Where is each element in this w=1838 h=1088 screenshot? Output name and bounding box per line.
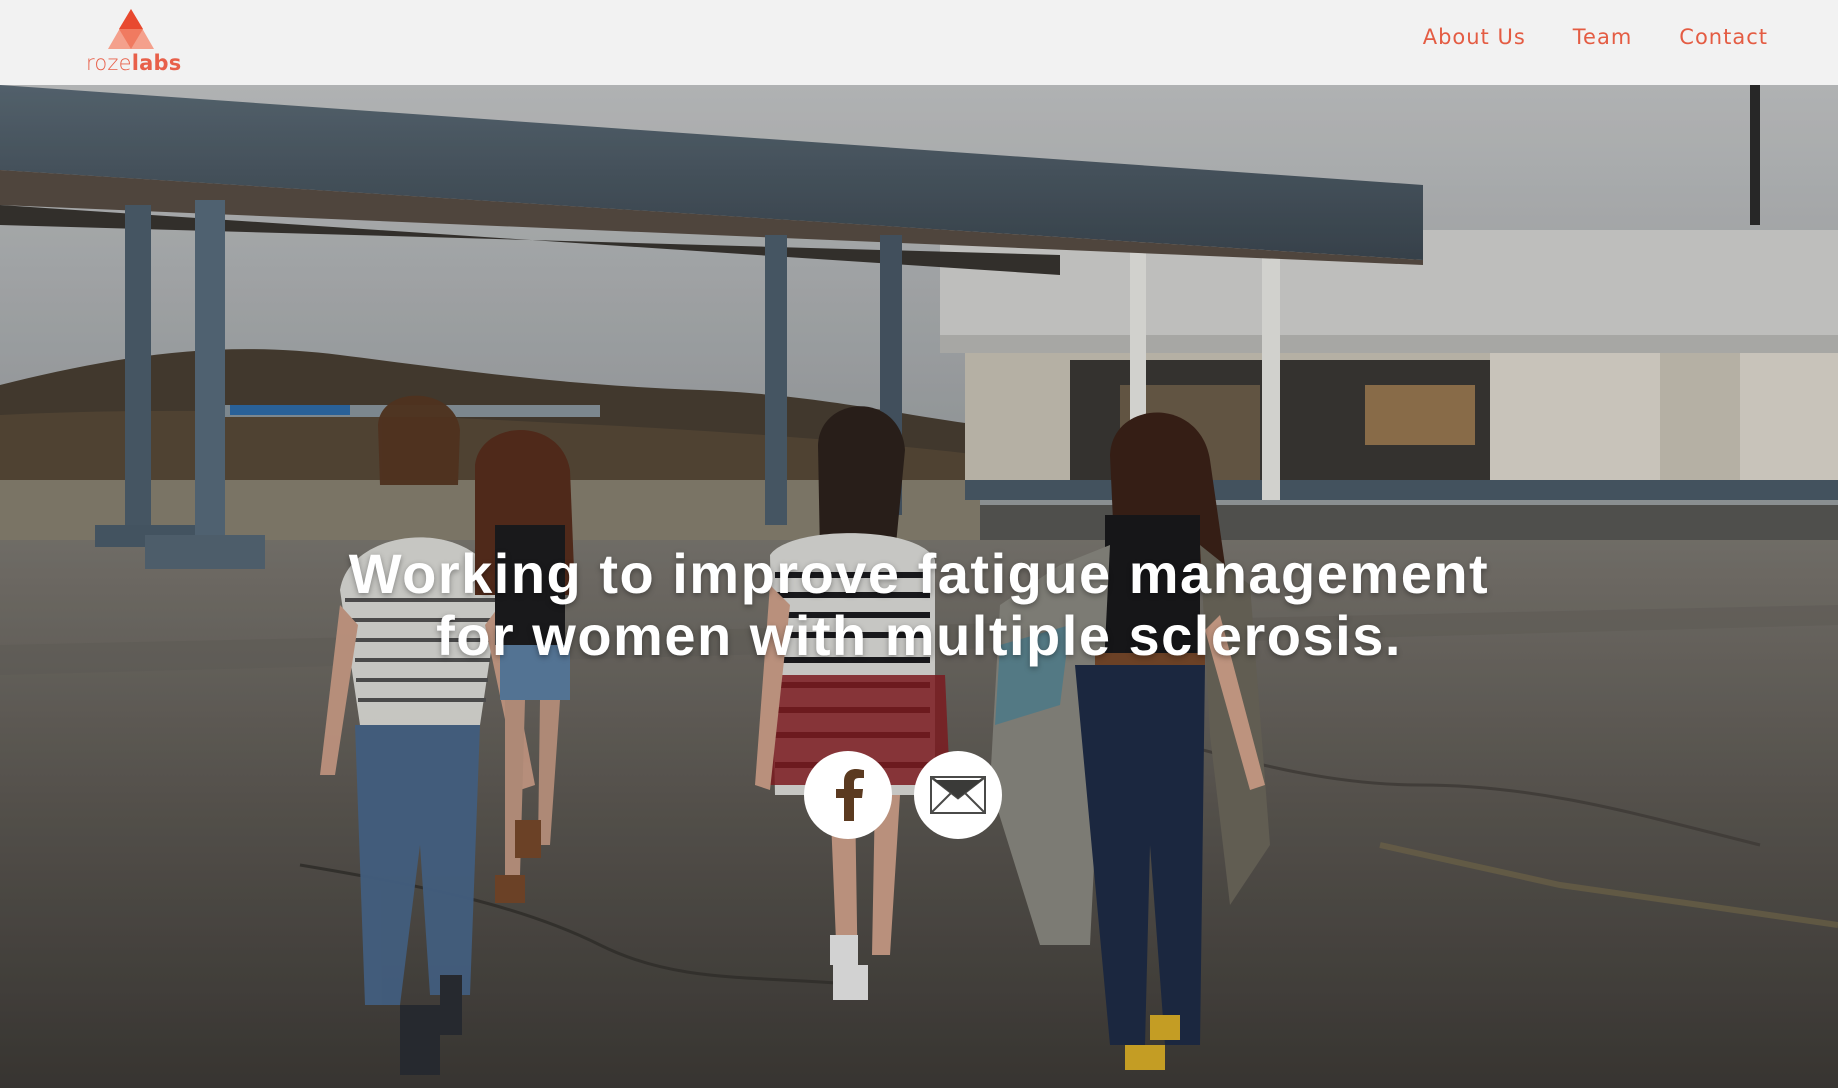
logo-triangle-icon — [108, 9, 154, 49]
logo-wordmark: rozelabs — [86, 51, 181, 75]
facebook-button[interactable] — [804, 751, 892, 839]
main-nav: About Us Team Contact — [1423, 25, 1768, 49]
facebook-icon — [836, 769, 864, 821]
hero-section: Working to improve fatigue management fo… — [0, 85, 1838, 1088]
logo-text-bold: labs — [131, 51, 182, 75]
nav-team[interactable]: Team — [1573, 25, 1633, 49]
hero-headline-line1: Working to improve fatigue management — [348, 542, 1490, 605]
hero-headline: Working to improve fatigue management fo… — [0, 543, 1838, 667]
hero-headline-line2: for women with multiple sclerosis. — [436, 604, 1402, 667]
top-navbar: rozelabs About Us Team Contact — [0, 0, 1838, 85]
logo-text-light: roze — [86, 51, 132, 75]
logo[interactable]: rozelabs — [86, 9, 181, 75]
social-links — [804, 751, 1002, 839]
nav-contact[interactable]: Contact — [1679, 25, 1768, 49]
nav-about-us[interactable]: About Us — [1423, 25, 1526, 49]
mail-icon — [930, 776, 986, 814]
email-button[interactable] — [914, 751, 1002, 839]
page: rozelabs About Us Team Contact Working t… — [0, 0, 1838, 1088]
